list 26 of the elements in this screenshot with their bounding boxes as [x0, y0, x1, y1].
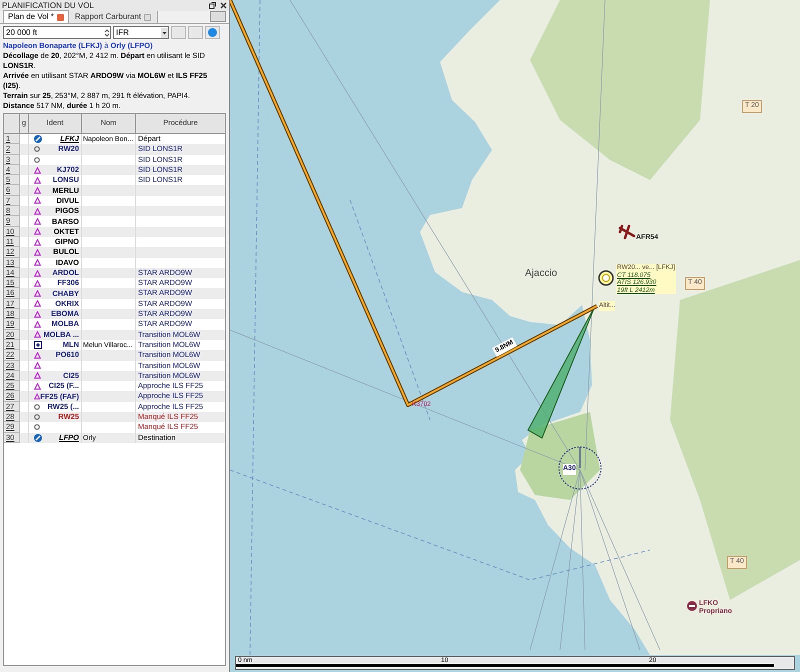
airport-symbol — [598, 270, 614, 286]
float-icon[interactable] — [209, 2, 216, 9]
flight-rules-dropdown[interactable]: IFR — [113, 26, 169, 39]
compass-rose — [558, 446, 602, 490]
airport-icon — [34, 434, 42, 442]
altitude-field[interactable]: 20 000 ft — [3, 26, 111, 39]
tab[interactable]: Plan de Vol * — [3, 10, 69, 23]
circle-icon — [34, 156, 40, 163]
spinner-icon[interactable] — [104, 28, 110, 38]
circle-icon — [34, 414, 40, 420]
tab-close-icon[interactable] — [56, 14, 64, 20]
circle-icon — [34, 424, 40, 430]
help-button[interactable] — [205, 26, 220, 39]
airport-icon — [34, 135, 42, 144]
close-icon[interactable] — [220, 2, 227, 9]
aircraft-icon — [618, 224, 636, 240]
tab[interactable]: Rapport Carburant — [68, 11, 158, 23]
city-label: Ajaccio — [525, 267, 558, 281]
vor-icon — [34, 341, 42, 350]
heliport-icon — [687, 601, 697, 611]
caret-icon[interactable] — [161, 28, 168, 38]
circle-icon — [34, 404, 40, 410]
circle-icon — [34, 146, 40, 152]
panel-title: PLANIFICATION DU VOL — [2, 0, 94, 10]
tab-close-icon[interactable] — [144, 14, 152, 20]
help-icon — [208, 28, 217, 37]
